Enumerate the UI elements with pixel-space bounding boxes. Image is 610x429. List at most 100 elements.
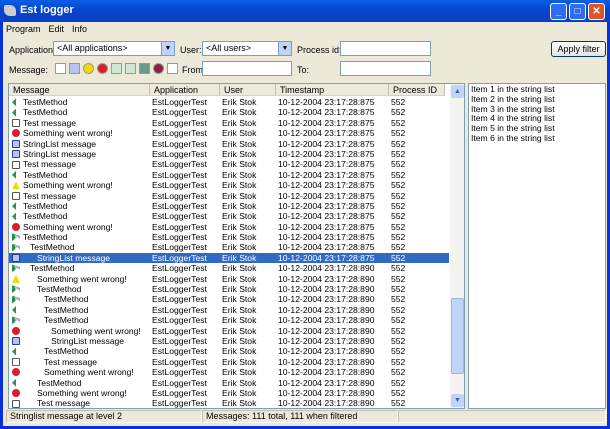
cell-process-id: 552 bbox=[391, 169, 406, 180]
object-type-icon[interactable] bbox=[153, 63, 164, 74]
user-select[interactable]: <All users> ▼ bbox=[202, 41, 292, 56]
table-row[interactable]: StringList message EstLoggerTest Erik Stok… bbox=[9, 139, 449, 149]
cell-timestamp: 10-12-2004 23:17:28:875 bbox=[278, 242, 375, 253]
table-row[interactable]: Test message EstLoggerTest Erik Stok 10-12-… bbox=[9, 191, 449, 201]
table-row[interactable]: Something went wrong! EstLoggerTest Erik S… bbox=[9, 128, 449, 138]
user-value: <All users> bbox=[206, 43, 252, 53]
exit-icon bbox=[12, 212, 16, 221]
cell-timestamp: 10-12-2004 23:17:28:875 bbox=[278, 169, 375, 180]
error-icon bbox=[12, 222, 20, 231]
cell-process-id: 552 bbox=[391, 304, 406, 315]
table-row[interactable]: Something went wrong! EstLoggerTest Erik S… bbox=[9, 222, 449, 232]
warning-type-icon[interactable] bbox=[83, 63, 94, 74]
menu-program[interactable]: Program bbox=[6, 24, 41, 36]
message-text: TestMethod bbox=[37, 284, 82, 295]
scroll-down-icon[interactable]: ▼ bbox=[451, 394, 464, 407]
chevron-down-icon[interactable]: ▼ bbox=[161, 42, 174, 55]
message-type-icon[interactable] bbox=[55, 63, 66, 74]
message-text: Test message bbox=[23, 159, 77, 170]
cell-user: Erik Stok bbox=[222, 148, 257, 159]
cell-application: EstLoggerTest bbox=[152, 169, 207, 180]
cell-process-id: 552 bbox=[391, 356, 406, 367]
column-process-id[interactable]: Process ID bbox=[389, 84, 445, 95]
log-list[interactable]: Message Application User Timestamp Proce… bbox=[8, 83, 465, 409]
column-timestamp[interactable]: Timestamp bbox=[276, 84, 389, 95]
table-row[interactable]: Test message EstLoggerTest Erik Stok 10-12-… bbox=[9, 398, 449, 408]
table-row[interactable]: TestMethod EstLoggerTest Erik Stok 10-12-20… bbox=[9, 378, 449, 388]
table-row[interactable]: TestMethod EstLoggerTest Erik Stok 10-12-20… bbox=[9, 263, 449, 273]
cell-timestamp: 10-12-2004 23:17:28:890 bbox=[278, 387, 375, 398]
cell-process-id: 552 bbox=[391, 232, 406, 243]
cell-message: TestMethod bbox=[9, 170, 150, 180]
maximize-button[interactable]: □ bbox=[569, 3, 586, 20]
message-text: StringList message bbox=[37, 252, 111, 263]
image-type-icon[interactable] bbox=[139, 63, 150, 74]
column-user[interactable]: User bbox=[220, 84, 276, 95]
table-row[interactable]: TestMethod EstLoggerTest Erik Stok 10-12-20… bbox=[9, 305, 449, 315]
cell-application: EstLoggerTest bbox=[152, 190, 207, 201]
cell-process-id: 552 bbox=[391, 263, 406, 274]
table-row[interactable]: TestMethod EstLoggerTest Erik Stok 10-12-20… bbox=[9, 107, 449, 117]
cell-process-id: 552 bbox=[391, 159, 406, 170]
table-row[interactable]: TestMethod EstLoggerTest Erik Stok 10-12-20… bbox=[9, 346, 449, 356]
exit-method-type-icon[interactable] bbox=[125, 63, 136, 74]
cell-message: StringList message bbox=[9, 336, 150, 346]
table-row[interactable]: StringList message EstLoggerTest Erik Stok… bbox=[9, 336, 449, 346]
table-row[interactable]: Something went wrong! EstLoggerTest Erik S… bbox=[9, 274, 449, 284]
app-icon bbox=[4, 5, 16, 16]
table-row[interactable]: Test message EstLoggerTest Erik Stok 10-12-… bbox=[9, 159, 449, 169]
exit-icon bbox=[12, 202, 16, 211]
detail-panel: Item 1 in the string list Item 2 in the s… bbox=[468, 83, 606, 409]
other-type-icon[interactable] bbox=[167, 63, 178, 74]
vertical-scrollbar[interactable]: ▲ ▼ bbox=[450, 84, 464, 408]
table-row[interactable]: Something went wrong! EstLoggerTest Erik S… bbox=[9, 180, 449, 190]
enter-icon bbox=[12, 316, 20, 325]
table-row[interactable]: TestMethod EstLoggerTest Erik Stok 10-12-20… bbox=[9, 315, 449, 325]
table-row[interactable]: TestMethod EstLoggerTest Erik Stok 10-12-20… bbox=[9, 170, 449, 180]
table-row[interactable]: Something went wrong! EstLoggerTest Erik S… bbox=[9, 326, 449, 336]
cell-message: TestMethod bbox=[9, 97, 150, 107]
table-row[interactable]: StringList message EstLoggerTest Erik Stok… bbox=[9, 149, 449, 159]
close-button[interactable]: ✕ bbox=[588, 3, 605, 20]
table-row[interactable]: TestMethod EstLoggerTest Erik Stok 10-12-20… bbox=[9, 201, 449, 211]
table-row[interactable]: TestMethod EstLoggerTest Erik Stok 10-12-20… bbox=[9, 232, 449, 242]
chevron-down-icon[interactable]: ▼ bbox=[278, 42, 291, 55]
message-text: Something went wrong! bbox=[23, 128, 113, 139]
message-icon bbox=[12, 118, 20, 127]
table-row[interactable]: TestMethod EstLoggerTest Erik Stok 10-12-20… bbox=[9, 211, 449, 221]
table-row[interactable]: Something went wrong! EstLoggerTest Erik S… bbox=[9, 367, 449, 377]
cell-user: Erik Stok bbox=[222, 232, 257, 243]
stringlist-type-icon[interactable] bbox=[69, 63, 80, 74]
table-row[interactable]: StringList message EstLoggerTest Erik Stok… bbox=[9, 252, 449, 264]
scroll-up-icon[interactable]: ▲ bbox=[451, 85, 464, 98]
menu-edit[interactable]: Edit bbox=[49, 24, 65, 36]
cell-process-id: 552 bbox=[391, 242, 406, 253]
column-message[interactable]: Message bbox=[9, 84, 150, 95]
message-text: TestMethod bbox=[23, 169, 68, 180]
to-input[interactable] bbox=[340, 61, 431, 76]
column-application[interactable]: Application bbox=[150, 84, 220, 95]
table-row[interactable]: TestMethod EstLoggerTest Erik Stok 10-12-20… bbox=[9, 294, 449, 304]
table-row[interactable]: TestMethod EstLoggerTest Erik Stok 10-12-20… bbox=[9, 242, 449, 252]
message-text: TestMethod bbox=[44, 304, 89, 315]
error-type-icon[interactable] bbox=[97, 63, 108, 74]
process-id-input[interactable] bbox=[340, 41, 431, 56]
table-row[interactable]: Something went wrong! EstLoggerTest Erik S… bbox=[9, 388, 449, 398]
apply-filter-button[interactable]: Apply filter bbox=[551, 41, 606, 57]
table-row[interactable]: Test message EstLoggerTest Erik Stok 10-12-… bbox=[9, 357, 449, 367]
table-row[interactable]: TestMethod EstLoggerTest Erik Stok 10-12-20… bbox=[9, 284, 449, 294]
scroll-thumb[interactable] bbox=[451, 298, 464, 374]
application-select[interactable]: <All applications> ▼ bbox=[53, 41, 175, 56]
message-text: StringList message bbox=[23, 148, 97, 159]
message-text: Something went wrong! bbox=[37, 387, 127, 398]
enter-method-type-icon[interactable] bbox=[111, 63, 122, 74]
cell-timestamp: 10-12-2004 23:17:28:890 bbox=[278, 294, 375, 305]
cell-user: Erik Stok bbox=[222, 97, 257, 107]
from-input[interactable] bbox=[202, 61, 292, 76]
message-text: TestMethod bbox=[23, 232, 68, 243]
title-bar: Est logger _ □ ✕ bbox=[0, 0, 610, 22]
menu-info[interactable]: Info bbox=[72, 24, 87, 36]
table-row[interactable]: TestMethod EstLoggerTest Erik Stok 10-12-20… bbox=[9, 97, 449, 107]
table-row[interactable]: Test message EstLoggerTest Erik Stok 10-12-… bbox=[9, 118, 449, 128]
minimize-button[interactable]: _ bbox=[550, 3, 567, 20]
